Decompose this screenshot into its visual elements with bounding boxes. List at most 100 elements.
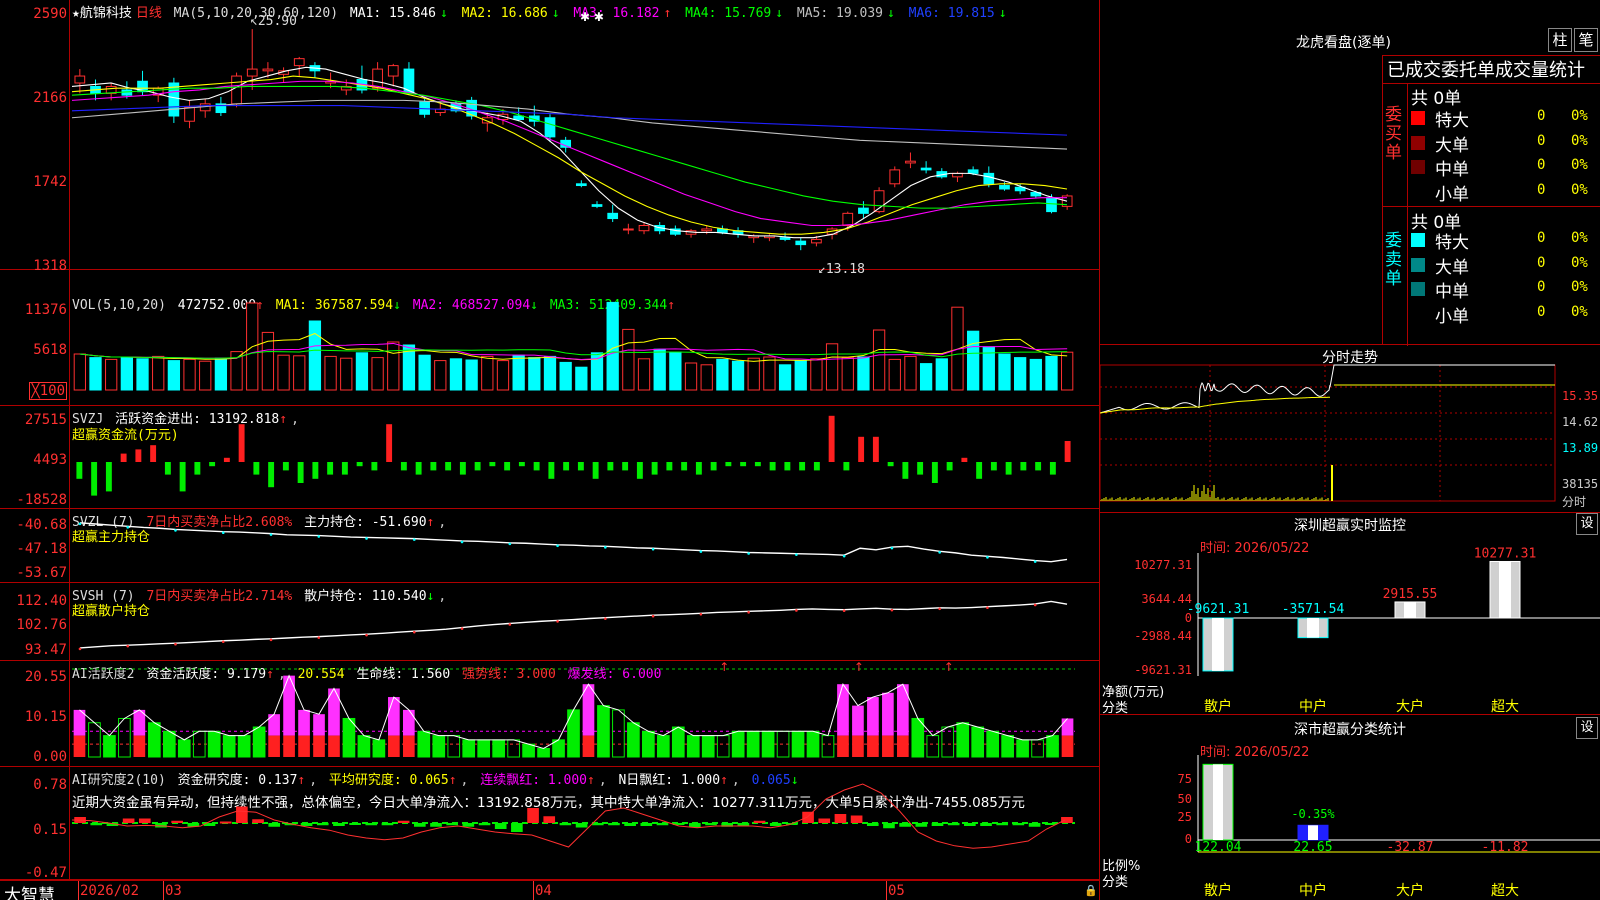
svzl-pane[interactable]: SVZL (7) 7日内买卖净占比2.608% 主力持仓: -51.690↑, … xyxy=(0,509,1100,583)
candle-body xyxy=(372,68,383,89)
buy-pct: 0% xyxy=(1571,108,1588,124)
svzj-bar xyxy=(799,462,806,471)
volume-bar xyxy=(120,356,133,391)
sell-row-0: 特大 0 0% xyxy=(1411,228,1600,253)
svzj-bar xyxy=(120,453,127,462)
volume-bar xyxy=(152,355,165,391)
svzl-dot xyxy=(365,537,368,540)
sell-count: 0 xyxy=(1537,303,1546,320)
svzj-pane[interactable]: SVZJ 活跃资金进出: 13192.818↑, 超赢资金流(万元) 27515… xyxy=(0,406,1100,509)
ai-active-bar xyxy=(432,735,446,758)
volume-chart[interactable] xyxy=(0,270,1100,406)
svsh-dot xyxy=(174,642,177,646)
volume-bar xyxy=(575,366,588,391)
svzj-bar xyxy=(946,462,953,471)
ai-active-bar xyxy=(103,735,116,758)
monitor-value-label: -3571.54 xyxy=(1282,602,1345,617)
buy-count: 0 xyxy=(1537,181,1546,198)
ai-signal-arrow: ↑ xyxy=(854,661,864,674)
svsh-dot xyxy=(604,617,607,620)
lock-icon[interactable]: 🔒 xyxy=(1084,884,1098,897)
ai-research-bar xyxy=(349,823,361,825)
svzl-dot xyxy=(412,538,416,541)
svsh-dot xyxy=(795,609,798,612)
tick-mode-button[interactable]: 笔 xyxy=(1574,28,1598,52)
svzj-chart[interactable] xyxy=(0,406,1100,509)
ai-active-bar-base xyxy=(73,735,86,757)
svzl-line xyxy=(79,522,1068,563)
monitor-bar-shine xyxy=(1307,618,1319,638)
ai-research-bar xyxy=(219,821,232,824)
volume-bar xyxy=(1045,355,1058,391)
svzl-dot xyxy=(795,553,798,556)
kline-chart[interactable] xyxy=(0,0,1100,270)
sell-side-label: 委卖单 xyxy=(1385,231,1402,289)
ai-research-bar xyxy=(883,823,895,829)
intraday-chart[interactable] xyxy=(1100,345,1600,513)
candle-body xyxy=(231,75,242,105)
ai-active-bar-top xyxy=(298,709,310,736)
monitor-chart[interactable]: 10277.313644.440-2988.44-9621.31散户 中户 大户 超大… xyxy=(1100,513,1600,715)
ai-research-chart[interactable] xyxy=(0,767,1100,880)
ai-active-bar xyxy=(342,717,356,758)
ai-active-bar xyxy=(746,730,760,758)
ai-active-bar-top xyxy=(867,697,879,736)
ai-active-bar xyxy=(656,735,670,758)
classify-chart[interactable]: 75 50 25 0122.04 散户 22.65 -0.35% 中户 -32.87 大户 -11.… xyxy=(1100,715,1600,900)
buy-count: 0 xyxy=(1537,157,1546,173)
ai-active-bar xyxy=(447,735,461,758)
brand-label: 大智慧 xyxy=(4,886,55,900)
svzl-dot xyxy=(126,526,130,529)
monitor-value-label: -9621.31 xyxy=(1187,602,1250,617)
svsh-dot xyxy=(78,647,82,651)
svsh-dot xyxy=(508,623,512,626)
ai-active-bar xyxy=(612,709,625,758)
svzj-bar xyxy=(253,462,260,475)
svzl-dot xyxy=(317,535,321,538)
volume-bar xyxy=(105,358,118,391)
svzj-bar xyxy=(843,462,850,471)
svsh-dot xyxy=(890,608,894,612)
candle-body xyxy=(403,68,415,94)
ai-active-chart[interactable]: ↑ ↑ ↑ xyxy=(0,661,1100,767)
svzl-chart[interactable] xyxy=(0,509,1100,583)
intraday-panel[interactable]: 分时走势 15.35 14.62 13.89 38135 分时 xyxy=(1100,345,1600,513)
volume-bar xyxy=(841,357,854,391)
ai-active-bar-top xyxy=(1061,718,1074,736)
ai-research-pane[interactable]: AI研究度2(10) 资金研究度: 0.137↑, 平均研究度: 0.065↑,… xyxy=(0,767,1100,881)
svzl-dot xyxy=(938,551,941,554)
ai-active-bar xyxy=(701,735,715,758)
ai-research-bar xyxy=(494,823,507,829)
svsh-dot xyxy=(269,638,273,642)
ai-research-bar xyxy=(866,823,879,826)
ai-research-bar xyxy=(931,823,944,826)
ai-active-bar-base xyxy=(298,735,310,757)
ai-active-bar-base xyxy=(328,735,340,757)
buy-pct: 0% xyxy=(1571,132,1588,149)
ai-research-bar xyxy=(446,823,458,826)
ai-research-bar xyxy=(834,814,847,823)
sell-pct: 0% xyxy=(1571,230,1588,246)
ai-active-pane[interactable]: AI活跃度2 资金活跃度: 9.179↑, 20.554 生命线: 1.560 … xyxy=(0,661,1100,767)
volume-pane[interactable]: VOL(5,10,20) 472752.000↑ MA1: 367587.594… xyxy=(0,270,1100,406)
ai-research-bar xyxy=(769,823,782,826)
volume-bar xyxy=(857,356,870,391)
monitor-ytick: -9621.31 xyxy=(1134,663,1192,677)
ai-research-bar xyxy=(397,820,410,823)
kline-pane[interactable]: ★航锦科技 日线 MA(5,10,20,30,60,120) MA1: 15.84… xyxy=(0,0,1100,277)
ai-research-bar xyxy=(802,811,814,823)
buy-row-1: 大单 0 0% xyxy=(1411,131,1600,156)
ai-research-bar xyxy=(300,823,313,826)
bar-mode-button[interactable]: 柱 xyxy=(1548,28,1572,52)
ai-active-bar xyxy=(956,722,970,758)
ai-research-bar xyxy=(527,808,539,823)
ai-active-bar xyxy=(1001,735,1014,758)
volume-bar xyxy=(308,320,322,391)
svzj-bar xyxy=(784,462,791,471)
svzj-bar xyxy=(1020,462,1027,471)
sell-label: 大单 xyxy=(1435,257,1469,278)
svsh-chart[interactable] xyxy=(0,583,1100,661)
svsh-pane[interactable]: SVSH (7) 7日内买卖净占比2.714% 散户持仓: 110.540↓, … xyxy=(0,583,1100,661)
svzj-bar xyxy=(356,462,363,467)
svzl-dot xyxy=(651,547,655,551)
